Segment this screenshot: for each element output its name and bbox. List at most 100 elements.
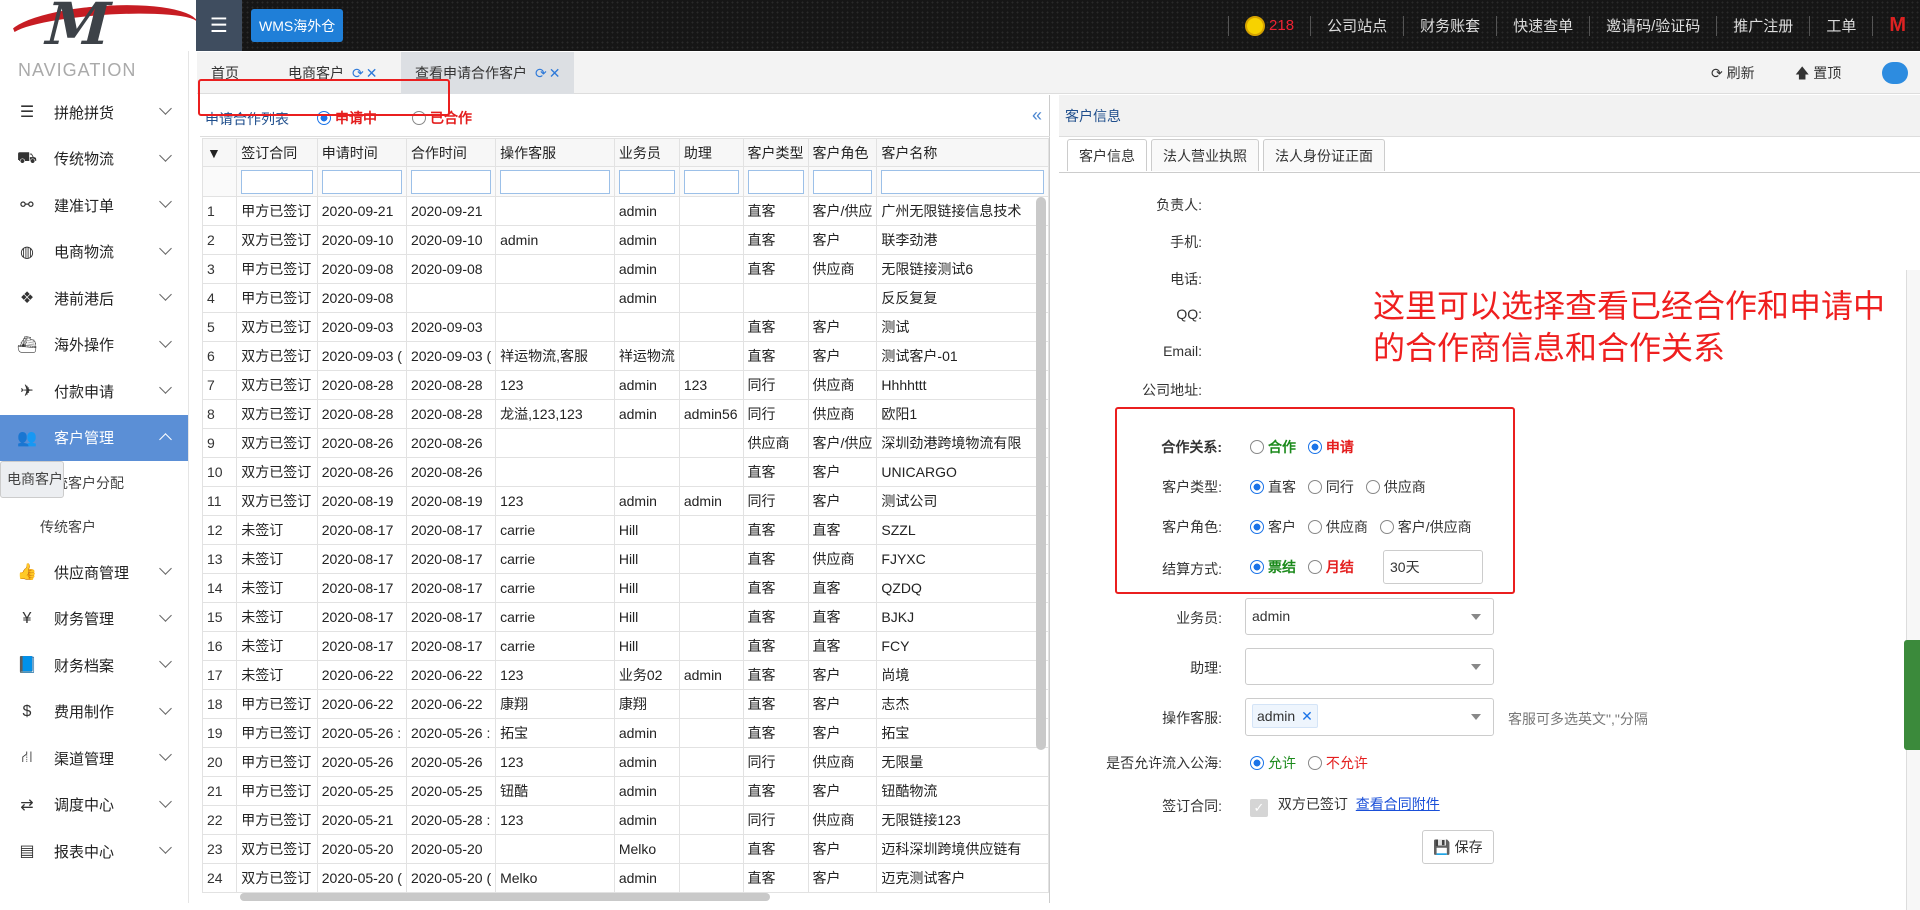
table-row[interactable]: 17 未签订 2020-06-22 2020-06-22 123 业务02 admin 直客客…	[201, 660, 1049, 690]
col-header-cust-type[interactable]: 客户类型	[742, 138, 809, 167]
table-row[interactable]: 9 双方已签订 2020-08-26 2020-08-26 供应商 客户/供应 深圳劲港跨境…	[201, 428, 1049, 458]
col-header-salesman[interactable]: 业务员	[613, 138, 680, 167]
table-row[interactable]: 7 双方已签订 2020-08-28 2020-08-28 123 admin 123 同行供…	[201, 370, 1049, 400]
table-cell: 123	[495, 370, 615, 400]
collapse-left-icon[interactable]: «	[1032, 105, 1042, 126]
filter-input[interactable]	[495, 166, 615, 197]
table-row[interactable]: 12 未签订 2020-08-17 2020-08-17 carrie Hill 直客 直客 S…	[201, 515, 1049, 545]
table-cell: 未签订	[236, 544, 318, 574]
table-cell: carrie	[495, 515, 615, 545]
table-row[interactable]: 5 双方已签订 2020-09-03 2020-09-03 直客 客户 测试	[201, 312, 1049, 342]
top-link-ticket[interactable]: 工单	[1820, 15, 1862, 36]
tab-business-license[interactable]: 法人营业执照	[1151, 139, 1259, 171]
table-row[interactable]: 15 未签订 2020-08-17 2020-08-17 carrie Hill 直客 直客 B…	[201, 602, 1049, 632]
filter-input[interactable]	[807, 166, 878, 197]
assistant-bot-icon[interactable]	[1882, 62, 1908, 84]
filter-input[interactable]	[236, 166, 318, 197]
table-row[interactable]: 21 甲方已签订 2020-05-25 2020-05-25 钮酷 admin 直客 客户 钮酷…	[201, 776, 1049, 806]
arrow-up-icon: 🡅	[1795, 65, 1814, 81]
table-row[interactable]: 19 甲方已签订 2020-05-26 :2020-05-26 : 拓宝 admin 直客…	[201, 718, 1049, 748]
sidebar-item-reports[interactable]: ▤ 报表中心	[0, 828, 188, 875]
col-header-assistant[interactable]: 助理	[678, 138, 744, 167]
table-row[interactable]: 22 甲方已签订 2020-05-21 2020-05-28 :123 admin 同行供…	[201, 805, 1049, 835]
table-row[interactable]: 24 双方已签订 2020-05-20 (2020-05-20 (Melko admi…	[201, 863, 1049, 893]
sidebar-subitem-traditional-customer[interactable]: 传统客户	[0, 505, 188, 549]
top-link-finance-books[interactable]: 财务账套	[1414, 15, 1486, 36]
table-row[interactable]: 13 未签订 2020-08-17 2020-08-17 carrie Hill 直客 供应商…	[201, 544, 1049, 574]
sidebar-item-customer-mgmt[interactable]: 👥 客户管理	[0, 414, 188, 461]
sidebar-item-ecommerce-logistics[interactable]: ◍ 电商物流	[0, 229, 188, 276]
tab-id-card-front[interactable]: 法人身份证正面	[1263, 139, 1385, 171]
brand-button[interactable]: WMS海外仓	[251, 9, 344, 42]
col-header-apply-time[interactable]: 申请时间	[316, 138, 407, 167]
col-header-contract[interactable]: 签订合同	[236, 138, 318, 167]
salesman-select[interactable]: admin	[1245, 598, 1494, 635]
table-row[interactable]: 18 甲方已签订 2020-06-22 2020-06-22 康翔 康翔 直客 客户 志杰	[201, 689, 1049, 719]
filter-input[interactable]	[742, 166, 809, 197]
row-number: 3	[201, 254, 238, 284]
sidebar-item-finance[interactable]: ¥ 财务管理	[0, 596, 188, 643]
filter-icon[interactable]: ▼	[201, 138, 238, 167]
contract-checkbox[interactable]: ✓	[1250, 799, 1268, 817]
table-cell: 客户	[807, 312, 878, 342]
view-contract-link[interactable]: 查看合同附件	[1356, 796, 1440, 812]
table-row[interactable]: 10 双方已签订 2020-08-26 2020-08-26 直客 客户 UNICARGO	[201, 457, 1049, 487]
table-row[interactable]: 23 双方已签订 2020-05-20 2020-05-20 Melko 直客 客户 迈科深圳…	[201, 834, 1049, 864]
col-header-service[interactable]: 操作客服	[495, 138, 615, 167]
table-row[interactable]: 6 双方已签订 2020-09-03 (2020-09-03 (祥运物流,客服 祥运物…	[201, 341, 1049, 371]
close-icon[interactable]: ✕	[549, 65, 561, 81]
col-header-cust-name[interactable]: 客户名称	[876, 138, 1049, 167]
coin-counter[interactable]: 218	[1239, 15, 1300, 36]
horizontal-scrollbar[interactable]	[240, 893, 770, 901]
filter-input[interactable]	[876, 166, 1049, 197]
col-header-coop-time[interactable]: 合作时间	[405, 138, 497, 167]
table-row[interactable]: 20 甲方已签订 2020-05-26 2020-05-26 123 admin 同行 供应商…	[201, 747, 1049, 777]
table-row[interactable]: 14 未签订 2020-08-17 2020-08-17 carrie Hill 直客 直客 Q…	[201, 573, 1049, 603]
radio-allow[interactable]: 允许	[1250, 755, 1296, 771]
top-link-company-site[interactable]: 公司站点	[1321, 15, 1393, 36]
service-multiselect[interactable]: admin ✕	[1245, 698, 1494, 736]
filter-input[interactable]	[678, 166, 744, 197]
table-cell: 客户	[807, 689, 878, 719]
remove-chip-icon[interactable]: ✕	[1301, 708, 1313, 724]
tab-customer-info[interactable]: 客户信息	[1067, 139, 1147, 171]
sidebar-item-traditional-logistics[interactable]: ⛟ 传统物流	[0, 136, 188, 183]
table-row[interactable]: 8 双方已签订 2020-08-28 2020-08-28 龙溢,123,123 admi…	[201, 399, 1049, 429]
filter-input[interactable]	[405, 166, 497, 197]
table-row[interactable]: 3 甲方已签订 2020-09-08 2020-09-08 admin 直客 供应商 无限链接…	[201, 254, 1049, 284]
user-logo-icon[interactable]: M	[1883, 14, 1920, 37]
sidebar-item-overseas[interactable]: ⛴ 海外操作	[0, 322, 188, 369]
sidebar-item-channel[interactable]: ⛙ 渠道管理	[0, 735, 188, 782]
table-row[interactable]: 11 双方已签订 2020-08-19 2020-08-19 123 admin admin…	[201, 486, 1049, 516]
top-link-promo-register[interactable]: 推广注册	[1727, 15, 1799, 36]
assistant-select[interactable]	[1245, 648, 1494, 685]
menu-toggle-icon[interactable]: ☰	[196, 0, 242, 51]
pin-top-button[interactable]: 🡅 置顶	[1787, 58, 1849, 88]
table-row[interactable]: 1 甲方已签订 2020-09-21 2020-09-21 admin 直客 客户/供应 广州…	[201, 196, 1049, 226]
sidebar-item-consolidation[interactable]: ☰ 拼舱拼货	[0, 89, 188, 136]
table-row[interactable]: 4 甲方已签订 2020-09-08 admin 反反复复	[201, 283, 1049, 313]
refresh-button[interactable]: ⟳ 刷新	[1703, 58, 1763, 88]
filter-input[interactable]	[613, 166, 680, 197]
table-cell: 直客	[742, 196, 809, 226]
side-widget[interactable]	[1904, 640, 1920, 750]
refresh-icon[interactable]: ⟳	[535, 65, 547, 81]
sidebar-item-payment[interactable]: ✈ 付款申请	[0, 368, 188, 415]
table-cell	[495, 312, 615, 342]
table-row[interactable]: 2 双方已签订 2020-09-10 2020-09-10 admin admin 直客 客户…	[201, 225, 1049, 255]
sidebar-item-fees[interactable]: $ 费用制作	[0, 689, 188, 736]
table-cell	[678, 544, 744, 574]
col-header-cust-role[interactable]: 客户角色	[807, 138, 878, 167]
filter-input[interactable]	[316, 166, 407, 197]
save-button[interactable]: 💾 保存	[1422, 830, 1494, 864]
sidebar-item-dispatch[interactable]: ⇄ 调度中心	[0, 782, 188, 829]
sidebar-subitem-ecommerce-customer[interactable]: 电商客户	[0, 461, 64, 498]
sidebar-item-supplier[interactable]: 👍 供应商管理	[0, 549, 188, 596]
top-link-quick-search[interactable]: 快速查单	[1507, 15, 1579, 36]
sidebar-item-orders[interactable]: ⚯ 建准订单	[0, 182, 188, 229]
sidebar-item-finance-archive[interactable]: 📘 财务档案	[0, 642, 188, 689]
sidebar-item-port[interactable]: ❖ 港前港后	[0, 275, 188, 322]
table-row[interactable]: 16 未签订 2020-08-17 2020-08-17 carrie Hill 直客 直客 F…	[201, 631, 1049, 661]
radio-disallow[interactable]: 不允许	[1307, 755, 1368, 771]
top-link-invite-code[interactable]: 邀请码/验证码	[1600, 15, 1706, 36]
